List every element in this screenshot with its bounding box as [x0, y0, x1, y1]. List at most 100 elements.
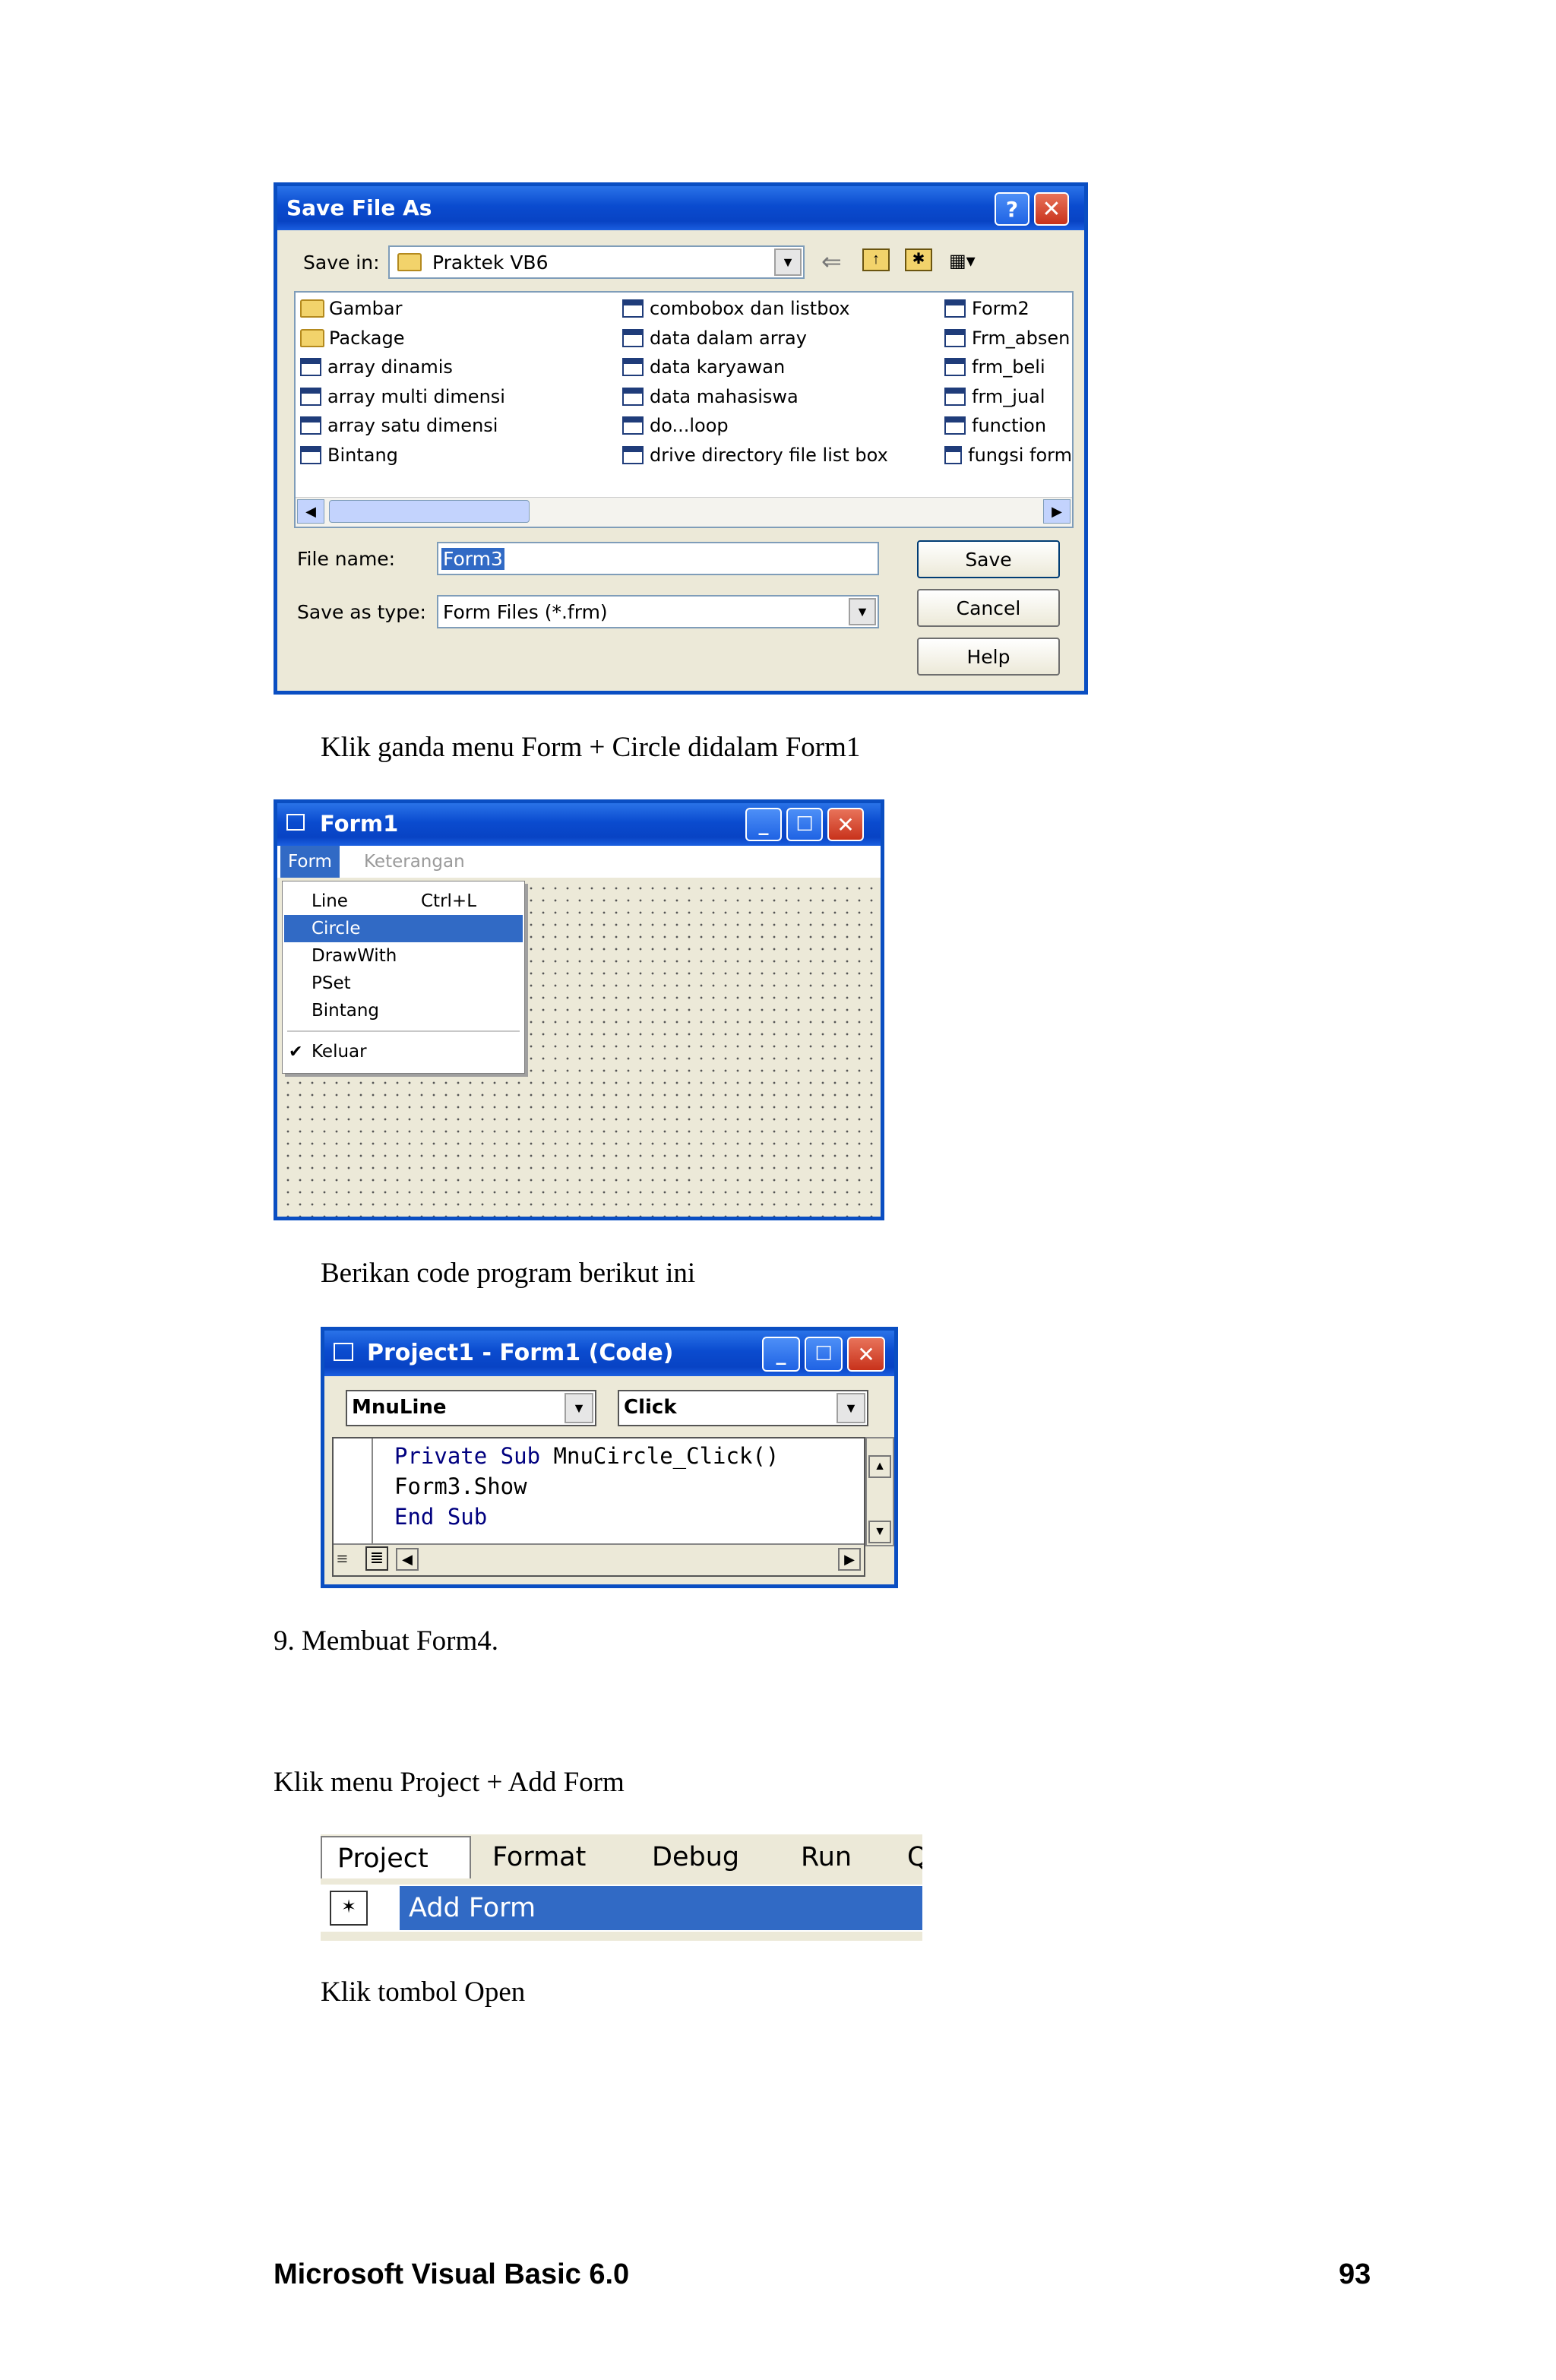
chevron-down-icon[interactable]: ▼ [774, 248, 802, 276]
scroll-right-icon[interactable]: ▶ [838, 1548, 861, 1571]
form-file-icon [300, 358, 321, 376]
scroll-up-icon[interactable]: ▲ [868, 1455, 891, 1478]
project-menu-bar: Project Format Debug Run Q [321, 1834, 922, 1882]
menu-keterangan[interactable]: Keterangan [356, 846, 473, 878]
file-list[interactable]: Gambar Package array dinamis array multi di… [294, 291, 1074, 528]
file-list-item-label: do...loop [650, 415, 729, 436]
file-list-item-label: combobox dan listbox [650, 298, 850, 319]
code-horizontal-scrollbar[interactable]: ≡ ≣ ◀ ▶ [334, 1543, 864, 1575]
file-list-item[interactable]: combobox dan listbox [622, 296, 934, 321]
scroll-right-icon[interactable]: ▶ [1043, 499, 1071, 524]
menu-item-bintang[interactable]: Bintang [283, 997, 524, 1024]
procedure-view-icon[interactable]: ≡ [337, 1548, 348, 1571]
close-icon[interactable]: ✕ [827, 808, 864, 841]
file-list-item-label: Frm_absen [972, 327, 1071, 349]
chevron-down-icon[interactable]: ▼ [849, 598, 876, 625]
file-list-item[interactable]: frm_beli [944, 354, 1072, 380]
scroll-left-icon[interactable]: ◀ [396, 1548, 419, 1571]
dialog-title-bar[interactable]: Save File As ? ✕ [277, 186, 1084, 230]
file-list-item[interactable]: array multi dimensi [300, 384, 612, 410]
file-list-item[interactable]: Frm_absen [944, 325, 1072, 351]
file-list-item[interactable]: function [944, 413, 1072, 438]
form-file-icon [944, 445, 963, 464]
menu-item-keluar[interactable]: ✔ Keluar [283, 1038, 524, 1065]
file-list-item[interactable]: data dalam array [622, 325, 934, 351]
file-list-item[interactable]: Form2 [944, 296, 1072, 321]
menu-debug[interactable]: Debug [652, 1836, 739, 1878]
file-list-item[interactable]: array dinamis [300, 354, 612, 380]
up-folder-icon[interactable]: ↑ [862, 248, 890, 271]
file-list-item[interactable]: Bintang [300, 442, 612, 468]
form1-title: Form1 [320, 811, 399, 837]
code-editor[interactable]: Private Sub MnuCircle_Click() Form3.Show… [332, 1437, 865, 1577]
save-in-value: Praktek VB6 [432, 252, 549, 274]
file-list-item[interactable]: Package [300, 325, 612, 351]
menu-item-add-form[interactable]: ✶ Add Form [321, 1885, 922, 1932]
menu-format[interactable]: Format [492, 1836, 586, 1878]
menu-item-line[interactable]: Line Ctrl+L [283, 888, 524, 915]
file-list-item-label: Package [329, 327, 405, 349]
form-file-icon [944, 387, 966, 406]
form-file-icon [300, 387, 321, 406]
full-module-view-icon[interactable]: ≣ [365, 1546, 388, 1571]
file-list-item[interactable]: do...loop [622, 413, 934, 438]
chevron-down-icon[interactable]: ▼ [565, 1393, 593, 1423]
file-list-item-label: function [972, 415, 1047, 436]
form1-title-bar[interactable]: Form1 _ ☐ ✕ [277, 803, 881, 846]
horizontal-scrollbar[interactable]: ◀ ▶ [296, 497, 1072, 527]
minimize-icon[interactable]: _ [762, 1337, 800, 1372]
scroll-down-icon[interactable]: ▼ [868, 1521, 891, 1543]
file-list-item[interactable]: data mahasiswa [622, 384, 934, 410]
cancel-button[interactable]: Cancel [917, 589, 1060, 627]
object-combo-value: MnuLine [352, 1396, 447, 1419]
file-list-item[interactable]: array satu dimensi [300, 413, 612, 438]
maximize-icon[interactable]: ☐ [805, 1337, 843, 1372]
menu-item-circle[interactable]: Circle [284, 915, 523, 942]
help-question-icon[interactable]: ? [995, 192, 1029, 226]
menu-project[interactable]: Project [321, 1836, 471, 1878]
new-folder-icon[interactable]: ✱ [905, 248, 932, 271]
close-icon[interactable]: ✕ [847, 1337, 885, 1372]
view-menu-icon[interactable]: ▦▾ [949, 250, 987, 271]
file-name-input[interactable]: Form3 [437, 542, 879, 575]
form-file-icon [300, 416, 321, 435]
file-list-item[interactable]: data karyawan [622, 354, 934, 380]
chevron-down-icon[interactable]: ▼ [837, 1393, 865, 1423]
file-list-item-label: frm_beli [972, 356, 1045, 378]
save-in-combo[interactable]: Praktek VB6 ▼ [388, 245, 805, 279]
save-type-combo[interactable]: Form Files (*.frm) ▼ [437, 595, 879, 628]
code-window-title: Project1 - Form1 (Code) [367, 1340, 674, 1366]
menu-item-drawwith[interactable]: DrawWith [283, 942, 524, 970]
scroll-left-icon[interactable]: ◀ [297, 499, 324, 524]
file-list-item-label: array satu dimensi [327, 415, 498, 436]
minimize-icon[interactable]: _ [745, 808, 782, 841]
file-list-item[interactable]: drive directory file list box [622, 442, 934, 468]
file-list-item[interactable]: frm_jual [944, 384, 1072, 410]
back-arrow-icon[interactable]: ⇐ [821, 247, 842, 276]
help-button[interactable]: Help [917, 638, 1060, 676]
object-combo[interactable]: MnuLine ▼ [346, 1390, 596, 1426]
menu-form[interactable]: Form [280, 846, 340, 878]
menu-run[interactable]: Run [801, 1836, 852, 1878]
menu-item-pset[interactable]: PSet [283, 970, 524, 997]
save-button[interactable]: Save [917, 540, 1060, 578]
form-file-icon [622, 416, 644, 435]
form1-menu-bar: Form Keterangan [277, 846, 881, 878]
menu-separator [287, 1030, 520, 1032]
procedure-combo[interactable]: Click ▼ [618, 1390, 868, 1426]
code-title-bar[interactable]: Project1 - Form1 (Code) _ ☐ ✕ [324, 1331, 894, 1376]
form-file-icon [622, 299, 644, 318]
form-file-icon [622, 445, 644, 464]
close-icon[interactable]: ✕ [1034, 192, 1069, 226]
file-list-item-label: data karyawan [650, 356, 786, 378]
maximize-icon[interactable]: ☐ [786, 808, 823, 841]
instruction-1: Klik ganda menu Form + Circle didalam Fo… [321, 732, 861, 763]
folder-icon [300, 328, 324, 347]
instruction-2: Berikan code program berikut ini [321, 1258, 696, 1289]
scroll-thumb[interactable] [329, 500, 530, 523]
menu-query[interactable]: Q [907, 1836, 922, 1878]
code-vertical-scrollbar[interactable]: ▲ ▼ [865, 1437, 894, 1546]
form-file-icon [944, 299, 966, 318]
file-list-item[interactable]: fungsi form [944, 442, 1072, 468]
file-list-item[interactable]: Gambar [300, 296, 612, 321]
